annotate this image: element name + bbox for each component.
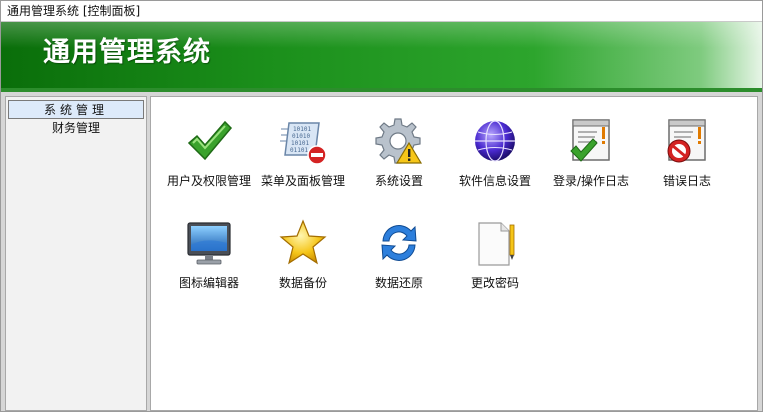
- sidebar-item-finance-management[interactable]: 财务管理: [8, 119, 144, 138]
- checkmark-icon: [187, 120, 233, 161]
- tile-software-info[interactable]: 软件信息设置: [447, 117, 543, 197]
- sidebar-item-system-management[interactable]: 系统管理: [8, 100, 144, 119]
- tile-change-password[interactable]: 更改密码: [447, 219, 543, 299]
- tile-label: 菜单及面板管理: [260, 174, 345, 188]
- tile-data-restore[interactable]: 数据还原: [351, 219, 447, 299]
- svg-text:01101: 01101: [290, 147, 308, 154]
- tile-icon-editor[interactable]: 图标编辑器: [161, 219, 257, 299]
- refresh-arrows-icon: [381, 225, 417, 261]
- tile-label: 数据还原: [374, 276, 423, 290]
- tile-label: 系统设置: [374, 174, 423, 188]
- svg-text:10101: 10101: [291, 140, 309, 147]
- tile-menu-panel[interactable]: 10101 01010 10101 01101 菜单及面板管理: [255, 117, 351, 197]
- tile-error-log[interactable]: 错误日志: [639, 117, 735, 197]
- window-title: 通用管理系统 [控制面板]: [7, 4, 141, 18]
- tile-label: 数据备份: [278, 276, 327, 290]
- tile-label: 登录/操作日志: [552, 174, 630, 188]
- header-banner: 通用管理系统: [1, 22, 762, 92]
- control-panel: 用户及权限管理 10101 01010 10101 01101 菜单及面板管理: [150, 96, 758, 411]
- tile-login-operation-log[interactable]: 登录/操作日志: [543, 117, 639, 197]
- body-area: 系统管理 财务管理 用户及权限管理 10101 01010 10101 0110…: [1, 92, 762, 411]
- tile-label: 错误日志: [662, 174, 711, 188]
- star-icon: [279, 219, 327, 265]
- log-window-check-icon: [570, 119, 610, 162]
- sidebar: 系统管理 财务管理: [5, 96, 147, 411]
- globe-icon: [475, 120, 515, 162]
- tile-label: 更改密码: [470, 276, 519, 290]
- tile-data-backup[interactable]: 数据备份: [255, 219, 351, 299]
- app-title: 通用管理系统: [43, 37, 211, 68]
- main-window: 通用管理系统 [控制面板] 通用管理系统 系统管理 财务管理 用户及权限管理 1…: [0, 0, 763, 412]
- tile-label: 用户及权限管理: [166, 174, 251, 188]
- log-window-error-icon: [667, 119, 706, 163]
- gear-warning-icon: [375, 118, 423, 164]
- tile-system-settings[interactable]: 系统设置: [351, 117, 447, 197]
- tile-label: 软件信息设置: [458, 174, 531, 188]
- binary-document-no-entry-icon: 10101 01010 10101 01101: [280, 122, 327, 165]
- tile-label: 图标编辑器: [178, 276, 239, 290]
- document-pencil-icon: [478, 222, 515, 266]
- title-bar: 通用管理系统 [控制面板]: [1, 1, 762, 22]
- svg-text:10101: 10101: [293, 126, 311, 133]
- monitor-icon: [187, 222, 231, 265]
- svg-text:01010: 01010: [292, 133, 310, 140]
- tile-user-permissions[interactable]: 用户及权限管理: [161, 117, 257, 197]
